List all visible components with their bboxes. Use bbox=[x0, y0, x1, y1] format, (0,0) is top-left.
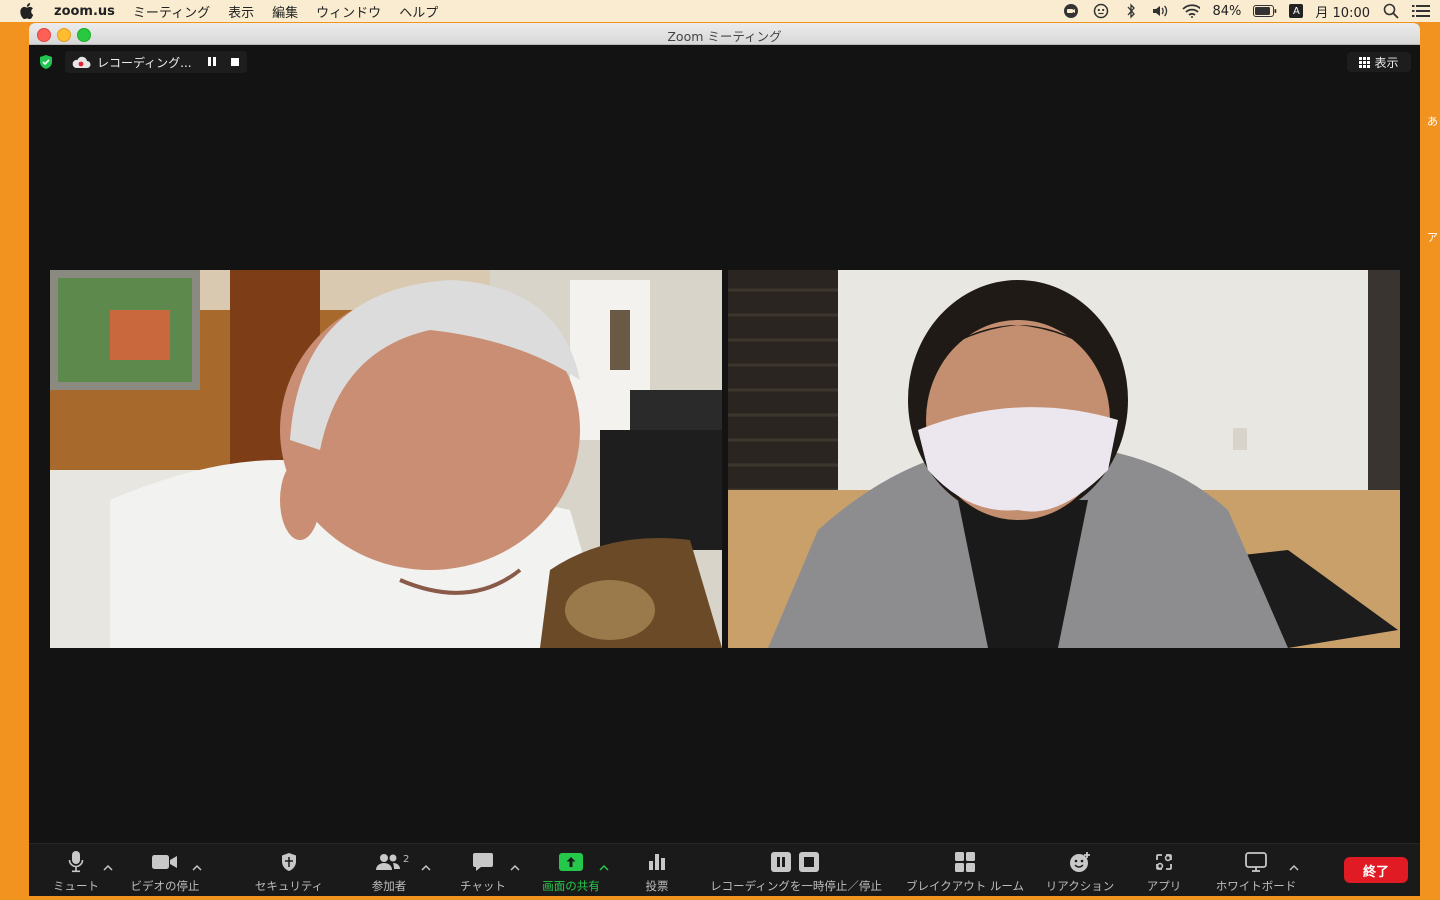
breakout-rooms-icon bbox=[955, 851, 975, 873]
audio-options-chevron-icon[interactable] bbox=[103, 857, 113, 871]
wifi-icon[interactable] bbox=[1182, 3, 1201, 19]
zoom-window: Zoom ミーティング レコーディング... 表示 ミュート ビデオの停止 セキ… bbox=[29, 23, 1420, 896]
clock[interactable]: 月 10:00 bbox=[1315, 2, 1370, 21]
participants-options-chevron-icon[interactable] bbox=[421, 857, 431, 871]
face-icon[interactable] bbox=[1092, 3, 1110, 19]
menu-view[interactable]: 表示 bbox=[228, 2, 254, 21]
participants-icon bbox=[375, 851, 403, 873]
mute-button[interactable]: ミュート bbox=[51, 844, 101, 896]
search-icon[interactable] bbox=[1382, 3, 1400, 19]
battery-icon[interactable] bbox=[1253, 3, 1277, 19]
security-button[interactable]: セキュリティ bbox=[251, 844, 327, 896]
breakout-rooms-label: ブレイクアウト ルーム bbox=[905, 879, 1025, 893]
chat-button[interactable]: チャット bbox=[453, 844, 513, 896]
security-label: セキュリティ bbox=[254, 879, 324, 893]
chat-bubble-icon bbox=[472, 851, 494, 873]
chat-label: チャット bbox=[460, 879, 506, 893]
stop-video-label: ビデオの停止 bbox=[130, 879, 200, 893]
share-options-chevron-icon[interactable] bbox=[599, 857, 609, 871]
pause-recording-icon[interactable] bbox=[208, 57, 218, 67]
grid-view-icon bbox=[1359, 57, 1371, 68]
recording-pause-stop-icon bbox=[771, 851, 821, 873]
window-title: Zoom ミーティング bbox=[667, 29, 782, 44]
participants-label: 参加者 bbox=[371, 879, 407, 893]
recording-indicator[interactable]: レコーディング... bbox=[65, 51, 247, 73]
desktop-edge-text: ア bbox=[1427, 231, 1438, 244]
menu-meeting[interactable]: ミーティング bbox=[133, 2, 210, 21]
poll-button[interactable]: 投票 bbox=[632, 844, 682, 896]
volume-icon[interactable] bbox=[1152, 3, 1170, 19]
apple-icon[interactable] bbox=[20, 3, 36, 19]
list-icon[interactable] bbox=[1412, 3, 1430, 19]
microphone-icon bbox=[68, 851, 84, 873]
meeting-toolbar: ミュート ビデオの停止 セキュリティ 参加者 2 チャット 画面の共有 投票 レ… bbox=[29, 843, 1420, 896]
participant-video-tile[interactable] bbox=[50, 270, 722, 648]
participants-count: 2 bbox=[403, 854, 410, 865]
whiteboard-options-chevron-icon[interactable] bbox=[1289, 857, 1299, 871]
security-shield-icon bbox=[280, 851, 298, 873]
whiteboard-label: ホワイトボード bbox=[1215, 879, 1297, 893]
reaction-smiley-icon bbox=[1069, 851, 1091, 873]
whiteboard-icon bbox=[1245, 851, 1267, 873]
participant-video-image bbox=[50, 270, 722, 648]
cloud-recording-icon bbox=[71, 55, 91, 69]
poll-label: 投票 bbox=[645, 879, 669, 893]
share-screen-icon bbox=[559, 851, 583, 873]
reactions-label: リアクション bbox=[1045, 879, 1115, 893]
desktop-edge-text: あ bbox=[1427, 115, 1438, 128]
encryption-shield-icon[interactable] bbox=[38, 54, 54, 70]
end-meeting-button[interactable]: 終了 bbox=[1344, 857, 1408, 883]
video-options-chevron-icon[interactable] bbox=[192, 857, 202, 871]
title-bar: Zoom ミーティング bbox=[29, 23, 1420, 45]
bluetooth-icon[interactable] bbox=[1122, 3, 1140, 19]
menu-help[interactable]: ヘルプ bbox=[399, 2, 438, 21]
menu-edit[interactable]: 編集 bbox=[272, 2, 298, 21]
share-screen-label: 画面の共有 bbox=[542, 879, 600, 893]
share-screen-button[interactable]: 画面の共有 bbox=[536, 844, 606, 896]
video-camera-icon bbox=[152, 851, 178, 873]
recording-pause-stop-button[interactable]: レコーディングを一時停止／停止 bbox=[705, 844, 887, 896]
participant-video-image bbox=[728, 270, 1400, 648]
view-button[interactable]: 表示 bbox=[1347, 52, 1411, 72]
poll-chart-icon bbox=[647, 851, 667, 873]
mute-label: ミュート bbox=[53, 879, 99, 893]
apps-icon bbox=[1154, 851, 1174, 873]
recording-label: レコーディング... bbox=[97, 55, 192, 70]
input-method-icon[interactable]: A bbox=[1289, 4, 1304, 18]
recording-pause-stop-label: レコーディングを一時停止／停止 bbox=[710, 879, 882, 893]
apps-label: アプリ bbox=[1146, 879, 1182, 893]
zoom-status-icon[interactable] bbox=[1062, 3, 1080, 19]
menu-window[interactable]: ウィンドウ bbox=[316, 2, 381, 21]
chat-options-chevron-icon[interactable] bbox=[510, 857, 520, 871]
battery-percent: 84% bbox=[1212, 3, 1242, 19]
apps-button[interactable]: アプリ bbox=[1139, 844, 1189, 896]
stop-recording-icon[interactable] bbox=[231, 58, 239, 66]
participant-video-tile[interactable] bbox=[728, 270, 1400, 648]
breakout-rooms-button[interactable]: ブレイクアウト ルーム bbox=[903, 844, 1027, 896]
menu-bar: zoom.us ミーティング 表示 編集 ウィンドウ ヘルプ 84% A 月 1… bbox=[0, 0, 1440, 22]
participants-button[interactable]: 参加者 bbox=[364, 844, 414, 896]
view-label: 表示 bbox=[1374, 55, 1399, 70]
menu-app-name[interactable]: zoom.us bbox=[54, 4, 115, 19]
reactions-button[interactable]: リアクション bbox=[1043, 844, 1117, 896]
